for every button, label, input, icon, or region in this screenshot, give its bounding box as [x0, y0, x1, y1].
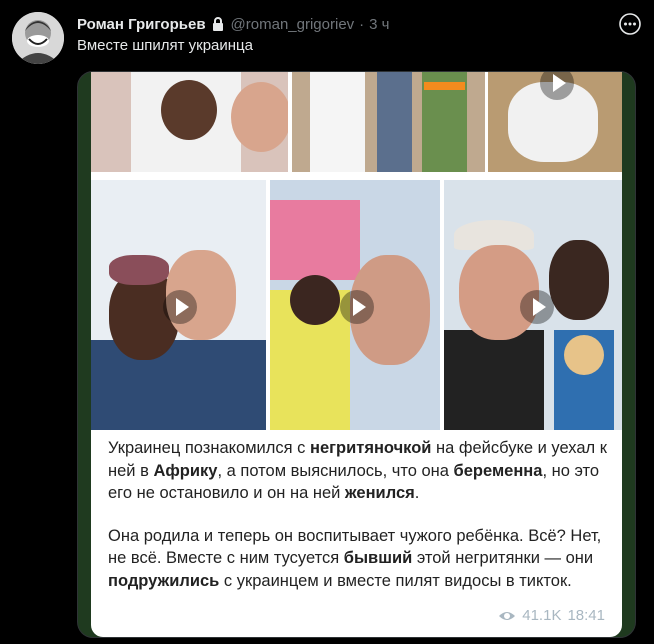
telegram-post-card: Украинец познакомился с негритяночкой на…	[91, 72, 622, 637]
photo-wedding[interactable]	[292, 72, 485, 172]
video-newborn[interactable]	[270, 180, 440, 430]
caption-paragraph-1: Украинец познакомился с негритяночкой на…	[108, 439, 607, 502]
play-icon[interactable]	[163, 290, 197, 324]
caption-paragraph-2: Она родила и теперь он воспитывает чужог…	[108, 526, 602, 590]
photo-village[interactable]	[488, 72, 622, 172]
tweet-text: Вместе шпилят украинца	[77, 37, 253, 54]
video-friends[interactable]	[444, 180, 622, 430]
post-meta: 41.1K 18:41	[498, 607, 605, 624]
play-icon[interactable]	[520, 290, 554, 324]
more-icon[interactable]	[618, 12, 642, 36]
author-name[interactable]: Роман Григорьев	[77, 16, 206, 33]
author-handle[interactable]: @roman_grigoriev	[231, 16, 355, 33]
video-couple[interactable]	[91, 180, 266, 430]
eye-icon	[499, 611, 516, 620]
photo-family[interactable]	[91, 72, 288, 172]
post-time-small: 18:41	[567, 607, 605, 624]
post-time[interactable]: 3 ч	[369, 16, 389, 33]
avatar[interactable]	[12, 12, 64, 64]
tweet-media[interactable]: Украинец познакомился с негритяночкой на…	[77, 71, 636, 638]
separator-dot: ·	[359, 15, 365, 33]
play-icon[interactable]	[340, 290, 374, 324]
post-caption: Украинец познакомился с негритяночкой на…	[108, 437, 618, 612]
views-count: 41.1K	[522, 607, 562, 624]
tweet-header: Роман Григорьев @roman_grigoriev · 3 ч	[77, 13, 644, 35]
avatar-image	[12, 12, 64, 64]
lock-icon	[212, 17, 223, 31]
